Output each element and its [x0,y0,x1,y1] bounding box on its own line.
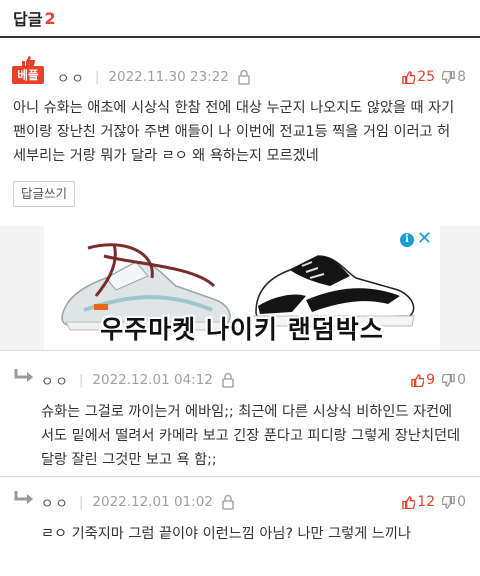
reply-author[interactable]: ㅇㅇ [41,370,70,390]
comment-line: 세부리는 거랑 뭐가 달라 ㄹㅇ 왜 욕하는지 모르겠네 [13,148,319,164]
thumbs-down-icon [442,70,455,84]
write-reply-button[interactable]: 답글쓰기 [13,181,75,207]
reply-meta: ㅇㅇ | 2022.12.01 04:12 9 0 [0,366,480,394]
reply-author[interactable]: ㅇㅇ [41,492,70,512]
thumbs-down-icon [442,495,455,509]
meta-separator: | [94,69,100,85]
reply-body: 슈화는 그걸로 까이는거 에바임;; 최근에 다른 시상식 비하인드 자컨에 서… [41,400,460,472]
thumbs-up-icon [411,373,425,387]
reply-votes: 12 0 [402,494,466,510]
meta-separator: | [78,494,84,510]
reply-line: 서도 밑에서 떨려서 카메라 보고 긴장 푼다고 피디랑 그렇게 장난치던데 [41,428,461,444]
thumbs-up-icon [402,495,416,509]
reply-date: 2022.12.01 01:02 [92,494,213,510]
reply-date: 2022.12.01 04:12 [92,372,213,388]
best-comment-body: 아니 슈화는 애초에 시상식 한참 전에 대상 누군지 나오지도 않았을 때 자… [13,96,454,168]
downvote-count: 8 [457,69,466,85]
downvote-count: 0 [457,494,466,510]
reply-votes: 9 0 [411,372,466,388]
comment-author[interactable]: ㅇㅇ [57,67,86,87]
upvote-button[interactable]: 9 [411,372,435,388]
header-divider [0,36,480,38]
best-comment-meta: ㅇㅇ | 2022.11.30 23:22 25 8 [0,63,480,91]
upvote-count: 9 [426,372,436,388]
downvote-button[interactable]: 0 [442,494,466,510]
reply-line: ㄹㅇ 기죽지마 그럼 끝이야 이런느낌 아님? 나만 그렇게 느끼나 [41,526,411,542]
upvote-count: 25 [417,69,436,85]
thumbs-up-icon [402,70,416,84]
comment-line: 팬이랑 장난친 거잖아 주변 애들이 나 이번에 전교1등 찍을 거임 이러고 … [13,124,451,140]
comment-line: 아니 슈화는 애초에 시상식 한참 전에 대상 누군지 나오지도 않았을 때 자… [13,100,455,116]
replies-count: 2 [44,8,56,28]
replies-title: 답글 [13,10,43,29]
upvote-button[interactable]: 25 [402,69,435,85]
reply-line: 슈화는 그걸로 까이는거 에바임;; 최근에 다른 시상식 비하인드 자컨에 [41,404,453,420]
best-comment-votes: 25 8 [402,69,466,85]
downvote-button[interactable]: 8 [442,69,466,85]
ad-info-icon[interactable]: i [400,233,414,247]
upvote-count: 12 [417,494,436,510]
divider [0,350,480,351]
meta-separator: | [78,372,84,388]
lock-icon[interactable] [221,372,235,388]
replies-header: 답글 2 [0,0,480,36]
upvote-button[interactable]: 12 [402,494,435,510]
thumbs-down-icon [442,373,455,387]
reply-body: ㄹㅇ 기죽지마 그럼 끝이야 이런느낌 아님? 나만 그렇게 느끼나 [41,522,411,546]
reply-meta: ㅇㅇ | 2022.12.01 01:02 12 0 [0,488,480,516]
ad-title: 우주마켓 나이키 랜덤박스 [100,315,384,344]
downvote-count: 0 [457,372,466,388]
lock-icon[interactable] [237,69,251,85]
comment-date: 2022.11.30 23:22 [108,69,229,85]
downvote-button[interactable]: 0 [442,372,466,388]
ad-banner[interactable]: i ✕ 우주마켓 나이키 랜덤박스 [44,226,440,350]
divider [0,476,480,477]
reply-line: 달랑 잘린 그것만 보고 욕 함;; [41,452,217,468]
lock-icon[interactable] [221,494,235,510]
close-icon[interactable]: ✕ [417,229,432,249]
